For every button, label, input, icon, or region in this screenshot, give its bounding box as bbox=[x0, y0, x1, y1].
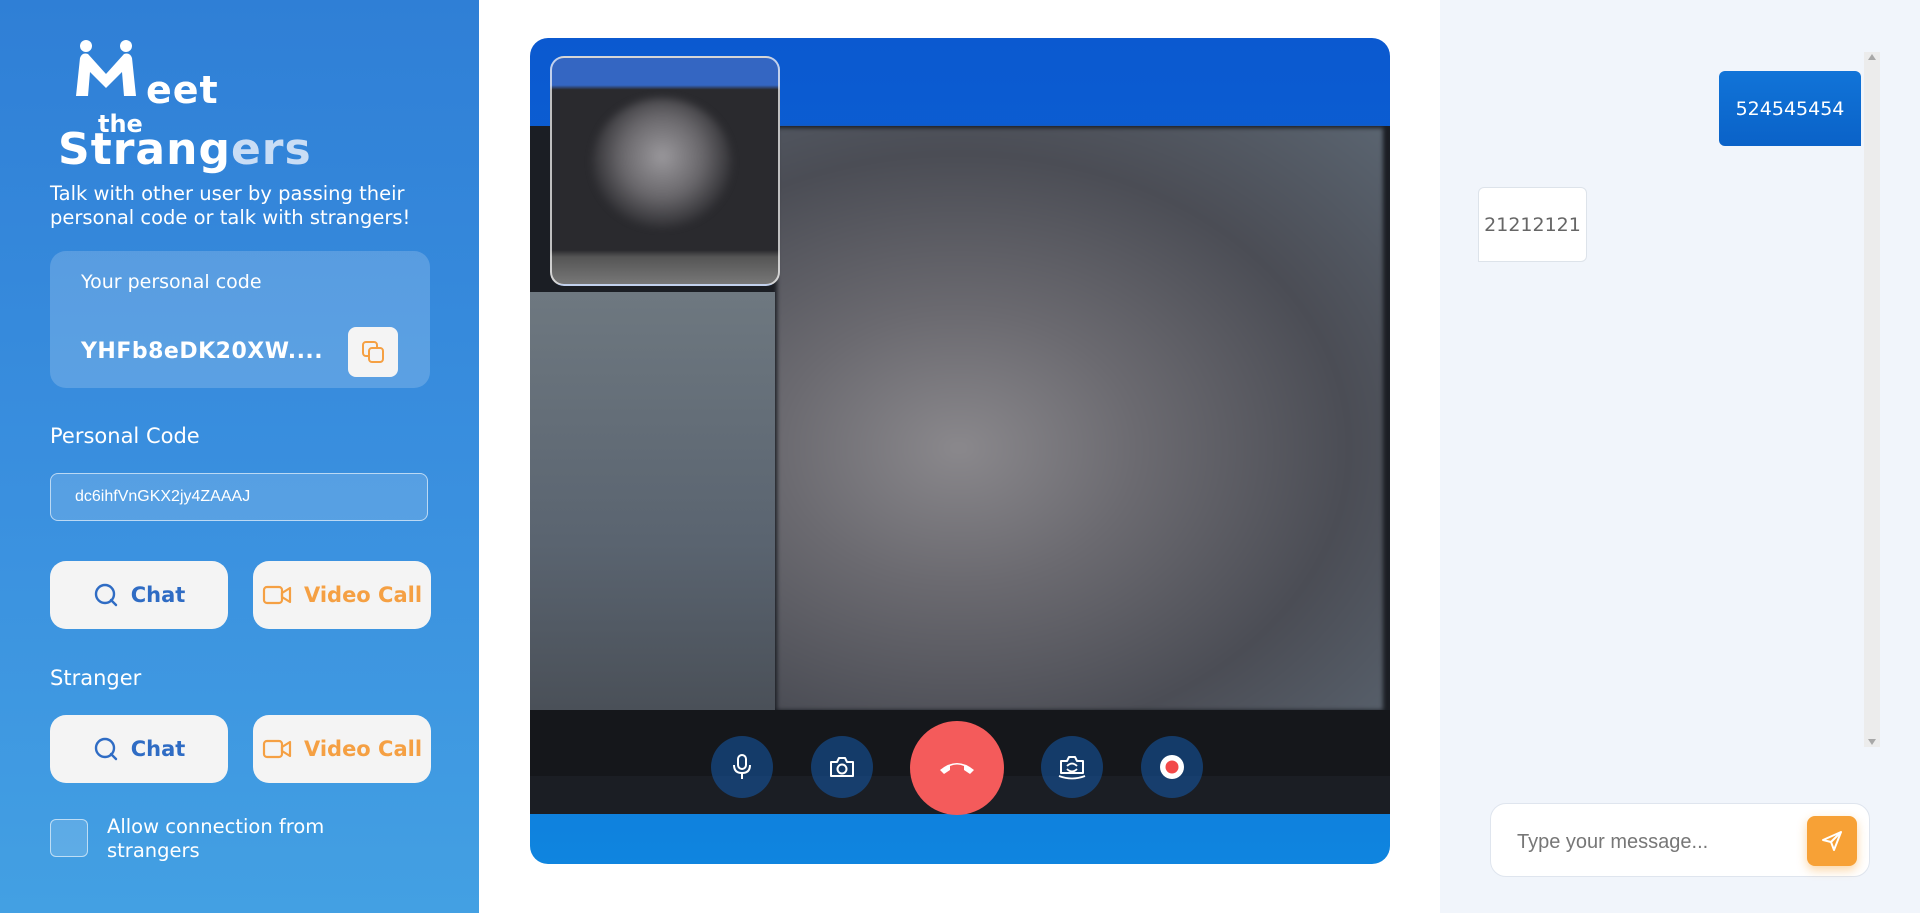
mic-button[interactable] bbox=[711, 736, 773, 798]
personal-chat-button[interactable]: Chat bbox=[50, 561, 228, 629]
tagline: Talk with other user by passing their pe… bbox=[50, 182, 411, 229]
message-input[interactable] bbox=[1515, 822, 1799, 862]
logo-text-strangers-main: Strang bbox=[58, 124, 231, 175]
secondary-video bbox=[530, 292, 775, 710]
personal-chat-label: Chat bbox=[130, 583, 186, 607]
personal-video-call-button[interactable]: Video Call bbox=[253, 561, 431, 629]
stranger-chat-label: Chat bbox=[130, 737, 186, 761]
message-composer bbox=[1490, 803, 1870, 877]
send-icon bbox=[1822, 831, 1842, 851]
personal-code-card: Your personal code YHFb8eDK20XW.... bbox=[50, 251, 430, 388]
logo-text-eet: eet bbox=[146, 68, 219, 112]
logo-text-strangers: Strangers bbox=[58, 124, 312, 175]
outgoing-message: 524545454 bbox=[1719, 71, 1861, 146]
switch-camera-button[interactable] bbox=[1041, 736, 1103, 798]
hangup-button[interactable] bbox=[910, 721, 1004, 815]
record-button[interactable] bbox=[1141, 736, 1203, 798]
local-video-preview[interactable] bbox=[550, 56, 780, 286]
copy-icon bbox=[362, 341, 384, 363]
stranger-chat-button[interactable]: Chat bbox=[50, 715, 228, 783]
record-icon bbox=[1160, 755, 1184, 779]
logo-m-mark bbox=[76, 40, 136, 96]
stranger-section-title: Stranger bbox=[50, 666, 142, 690]
personal-video-call-label: Video Call bbox=[303, 583, 423, 607]
switch-camera-icon bbox=[1058, 756, 1086, 780]
incoming-message: 21212121 bbox=[1478, 187, 1587, 262]
remote-video bbox=[777, 128, 1383, 710]
logo-text-strangers-soft: ers bbox=[230, 124, 312, 175]
stranger-video-call-label: Video Call bbox=[303, 737, 423, 761]
app-logo: eet the Strangers bbox=[50, 30, 311, 180]
personal-code-section-title: Personal Code bbox=[50, 424, 200, 448]
sidebar: eet the Strangers Talk with other user b… bbox=[0, 0, 479, 913]
personal-code-input[interactable] bbox=[50, 473, 428, 521]
scroll-down-icon[interactable] bbox=[1868, 739, 1876, 745]
camera-button[interactable] bbox=[811, 736, 873, 798]
copy-code-button[interactable] bbox=[348, 327, 398, 377]
allow-strangers-label: Allow connection from strangers bbox=[107, 815, 325, 862]
scroll-up-icon[interactable] bbox=[1868, 54, 1876, 60]
camera-icon bbox=[830, 757, 854, 777]
video-call-frame bbox=[530, 38, 1390, 864]
personal-code-value: YHFb8eDK20XW.... bbox=[81, 339, 324, 364]
send-button[interactable] bbox=[1807, 816, 1857, 866]
chat-bubble-icon bbox=[93, 736, 119, 762]
personal-code-label: Your personal code bbox=[81, 271, 262, 293]
allow-strangers-checkbox[interactable] bbox=[50, 819, 88, 857]
chat-bubble-icon bbox=[93, 582, 119, 608]
mic-icon bbox=[733, 754, 751, 779]
stranger-video-call-button[interactable]: Video Call bbox=[253, 715, 431, 783]
video-camera-icon bbox=[262, 584, 292, 606]
hangup-icon bbox=[940, 763, 974, 774]
messages-scrollbar[interactable] bbox=[1864, 52, 1880, 747]
video-camera-icon bbox=[262, 738, 292, 760]
local-video-face bbox=[592, 98, 732, 228]
